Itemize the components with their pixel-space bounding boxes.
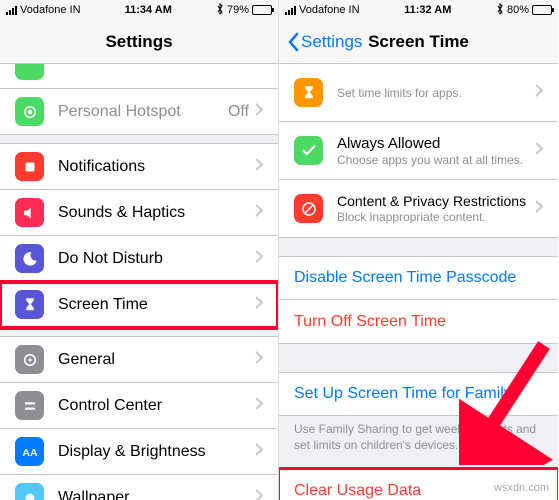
back-button[interactable]: Settings bbox=[287, 32, 362, 52]
display-label: Display & Brightness bbox=[58, 443, 255, 461]
settings-screen: Vodafone IN 11:34 AM 79% Settings bbox=[0, 0, 279, 500]
row-screen-time[interactable]: Screen Time bbox=[0, 282, 278, 328]
bluetooth-icon bbox=[216, 3, 224, 18]
row-always-allowed[interactable]: Always Allowed Choose apps you want at a… bbox=[279, 122, 558, 180]
back-label: Settings bbox=[301, 32, 362, 52]
row-dnd[interactable]: Do Not Disturb bbox=[0, 236, 278, 282]
sounds-icon bbox=[15, 198, 44, 227]
status-bar: Vodafone IN 11:34 AM 79% bbox=[0, 0, 278, 20]
chevron-icon bbox=[255, 296, 263, 314]
nav-bar: Settings Screen Time bbox=[279, 20, 558, 64]
clock: 11:34 AM bbox=[125, 4, 172, 16]
content-icon bbox=[294, 194, 323, 223]
disable-label: Disable Screen Time Passcode bbox=[294, 269, 543, 287]
chevron-icon bbox=[535, 200, 543, 218]
row-family[interactable]: Set Up Screen Time for Family bbox=[279, 372, 558, 416]
nav-bar: Settings bbox=[0, 20, 278, 64]
watermark: wsxdn.com bbox=[494, 482, 549, 494]
battery-label: 79% bbox=[227, 4, 249, 16]
chevron-icon bbox=[255, 103, 263, 121]
general-label: General bbox=[58, 351, 255, 369]
row-personal-hotspot[interactable]: Personal Hotspot Off bbox=[0, 89, 278, 135]
applimits-sub: Set time limits for apps. bbox=[337, 86, 535, 100]
chevron-icon bbox=[255, 443, 263, 461]
row-control-center[interactable]: Control Center bbox=[0, 383, 278, 429]
content-sub: Block inappropriate content. bbox=[337, 210, 535, 224]
notifications-label: Notifications bbox=[58, 158, 255, 176]
chevron-icon bbox=[535, 84, 543, 102]
settings-list[interactable]: Personal Hotspot Off Notifications bbox=[0, 64, 278, 500]
page-title: Settings bbox=[105, 32, 172, 52]
content-label: Content & Privacy Restrictions bbox=[337, 193, 535, 209]
hotspot-label: Personal Hotspot bbox=[58, 103, 228, 121]
always-label: Always Allowed bbox=[337, 135, 535, 152]
screentime-label: Screen Time bbox=[58, 296, 255, 314]
page-title: Screen Time bbox=[368, 32, 469, 52]
turnoff-label: Turn Off Screen Time bbox=[294, 313, 543, 331]
screentime-screen: Vodafone IN 11:32 AM 80% Settings Screen… bbox=[279, 0, 558, 500]
svg-text:AA: AA bbox=[22, 446, 38, 458]
carrier-label: Vodafone IN bbox=[20, 4, 81, 16]
chevron-icon bbox=[255, 250, 263, 268]
clock: 11:32 AM bbox=[404, 4, 451, 16]
screentime-icon bbox=[15, 290, 44, 319]
applimits-icon bbox=[294, 78, 323, 107]
status-bar: Vodafone IN 11:32 AM 80% bbox=[279, 0, 558, 20]
wallpaper-icon bbox=[15, 483, 44, 500]
bluetooth-icon bbox=[496, 3, 504, 18]
row-disable-passcode[interactable]: Disable Screen Time Passcode bbox=[279, 256, 558, 300]
always-icon bbox=[294, 136, 323, 165]
row-notifications[interactable]: Notifications bbox=[0, 143, 278, 190]
dnd-icon bbox=[15, 244, 44, 273]
row-unknown-top[interactable] bbox=[0, 64, 278, 89]
wallpaper-label: Wallpaper bbox=[58, 489, 255, 500]
green-icon bbox=[15, 64, 44, 80]
chevron-icon bbox=[255, 489, 263, 500]
dnd-label: Do Not Disturb bbox=[58, 250, 255, 268]
row-app-limits[interactable]: Set time limits for apps. bbox=[279, 64, 558, 122]
always-sub: Choose apps you want at all times. bbox=[337, 153, 535, 167]
battery-icon bbox=[252, 5, 272, 15]
controlcenter-label: Control Center bbox=[58, 397, 255, 415]
screentime-list[interactable]: Set time limits for apps. Always Allowed… bbox=[279, 64, 558, 500]
controlcenter-icon bbox=[15, 391, 44, 420]
family-label: Set Up Screen Time for Family bbox=[294, 385, 543, 403]
row-general[interactable]: General bbox=[0, 336, 278, 383]
hotspot-icon bbox=[15, 97, 44, 126]
notifications-icon bbox=[15, 152, 44, 181]
hotspot-detail: Off bbox=[228, 103, 249, 121]
row-wallpaper[interactable]: Wallpaper bbox=[0, 475, 278, 500]
chevron-icon bbox=[535, 142, 543, 160]
general-icon bbox=[15, 345, 44, 374]
sounds-label: Sounds & Haptics bbox=[58, 204, 255, 222]
signal-icon bbox=[285, 6, 296, 15]
display-icon: AA bbox=[15, 437, 44, 466]
battery-label: 80% bbox=[507, 4, 529, 16]
chevron-icon bbox=[255, 204, 263, 222]
signal-icon bbox=[6, 6, 17, 15]
chevron-icon bbox=[255, 158, 263, 176]
chevron-icon bbox=[255, 397, 263, 415]
row-turnoff[interactable]: Turn Off Screen Time bbox=[279, 300, 558, 344]
row-sounds[interactable]: Sounds & Haptics bbox=[0, 190, 278, 236]
family-footer: Use Family Sharing to get weekly reports… bbox=[279, 416, 558, 455]
carrier-label: Vodafone IN bbox=[299, 4, 360, 16]
row-display[interactable]: AA Display & Brightness bbox=[0, 429, 278, 475]
row-content-privacy[interactable]: Content & Privacy Restrictions Block ina… bbox=[279, 180, 558, 238]
battery-icon bbox=[532, 5, 552, 15]
chevron-icon bbox=[255, 351, 263, 369]
